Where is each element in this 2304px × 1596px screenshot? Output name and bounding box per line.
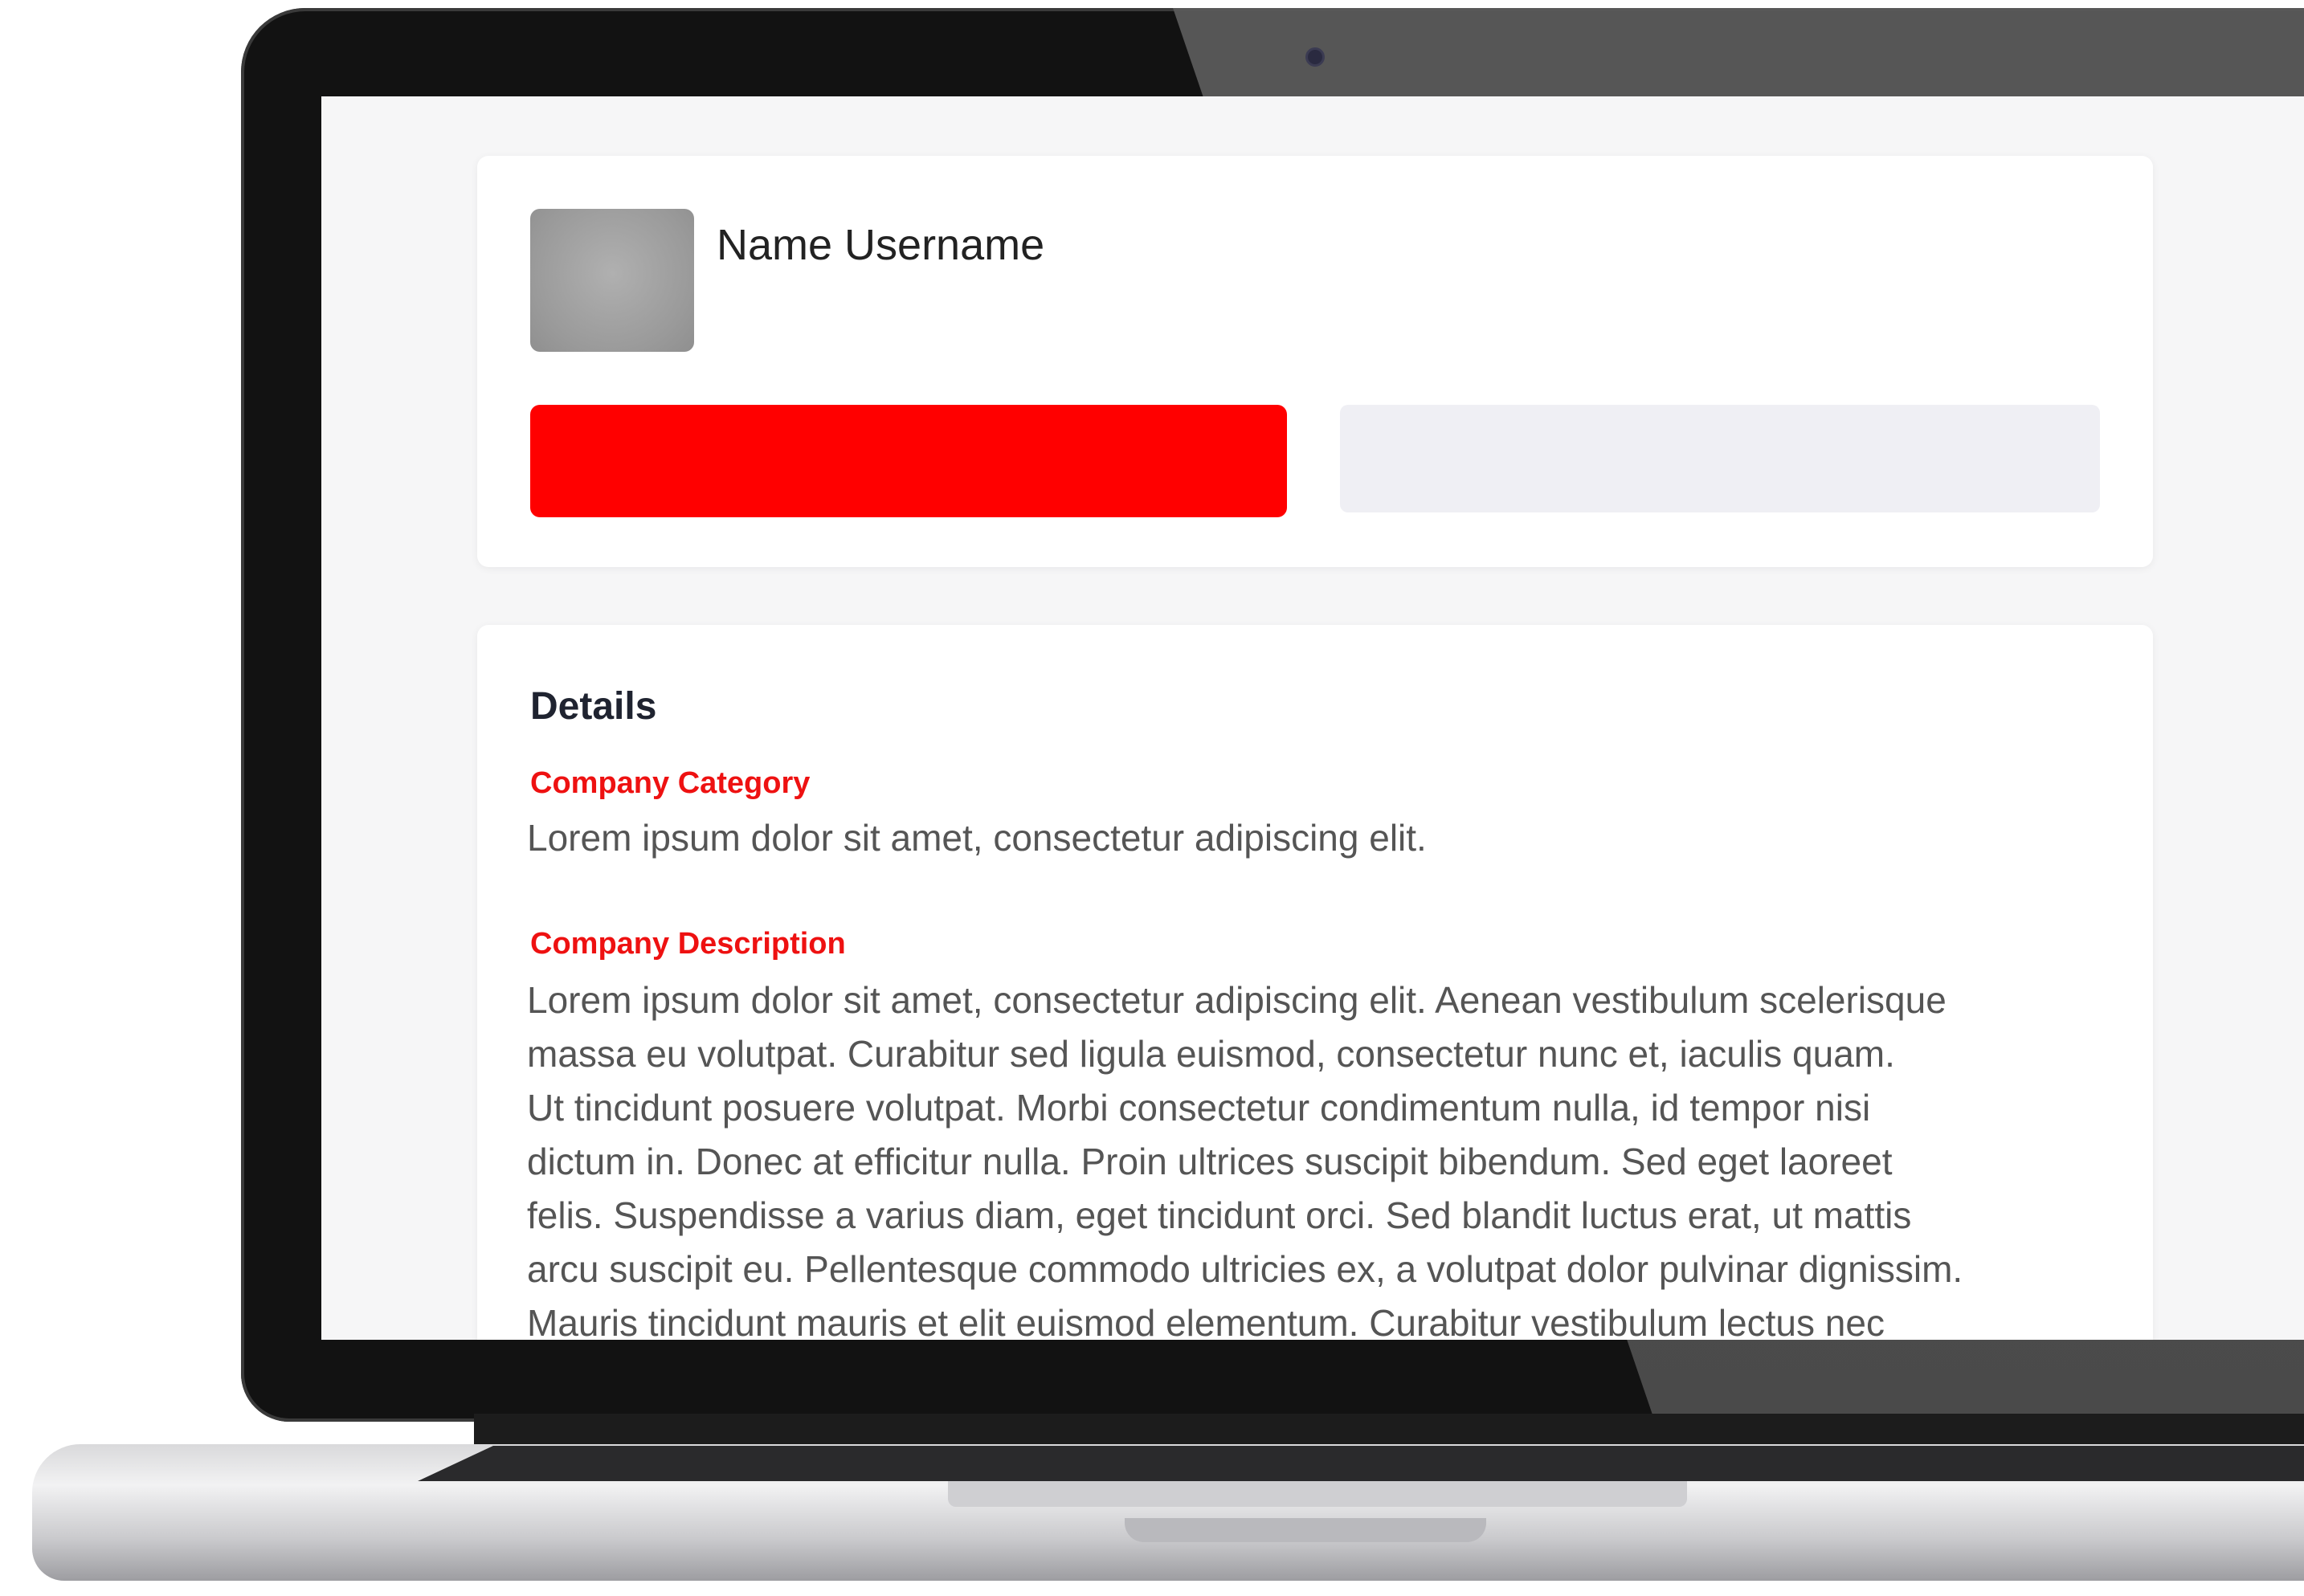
company-description-value: Lorem ipsum dolor sit amet, consectetur … <box>527 974 1963 1340</box>
laptop-hinge <box>474 1414 2304 1446</box>
description-line: massa eu volutpat. Curabitur sed ligula … <box>527 1033 1895 1075</box>
description-line: dictum in. Donec at efficitur nulla. Pro… <box>527 1141 1893 1182</box>
lid-opening-notch <box>1125 1518 1486 1542</box>
profile-name: Name Username <box>717 221 1045 269</box>
details-card: Details Company Category Lorem ipsum dol… <box>477 625 2153 1340</box>
laptop-mockup: Name Username Details Company Category L… <box>0 0 2304 1596</box>
secondary-action-button[interactable] <box>1340 405 2100 512</box>
keyboard-strip <box>418 1446 2304 1481</box>
profile-card: Name Username <box>477 156 2153 567</box>
description-line: Mauris tincidunt mauris et elit euismod … <box>527 1302 1885 1340</box>
description-line: Lorem ipsum dolor sit amet, consectetur … <box>527 979 1947 1021</box>
screen: Name Username Details Company Category L… <box>321 96 2304 1340</box>
company-category-label: Company Category <box>530 766 811 800</box>
company-category-value: Lorem ipsum dolor sit amet, consectetur … <box>527 817 1427 859</box>
details-title: Details <box>530 685 657 728</box>
company-description-label: Company Description <box>530 927 846 961</box>
description-line: felis. Suspendisse a varius diam, eget t… <box>527 1194 1912 1236</box>
description-line: Ut tincidunt posuere volutpat. Morbi con… <box>527 1087 1871 1129</box>
avatar <box>530 209 694 352</box>
description-line: arcu suscipit eu. Pellentesque commodo u… <box>527 1248 1963 1290</box>
primary-action-button[interactable] <box>530 405 1287 517</box>
camera-icon <box>1308 50 1322 64</box>
trackpad-edge <box>948 1481 1687 1507</box>
